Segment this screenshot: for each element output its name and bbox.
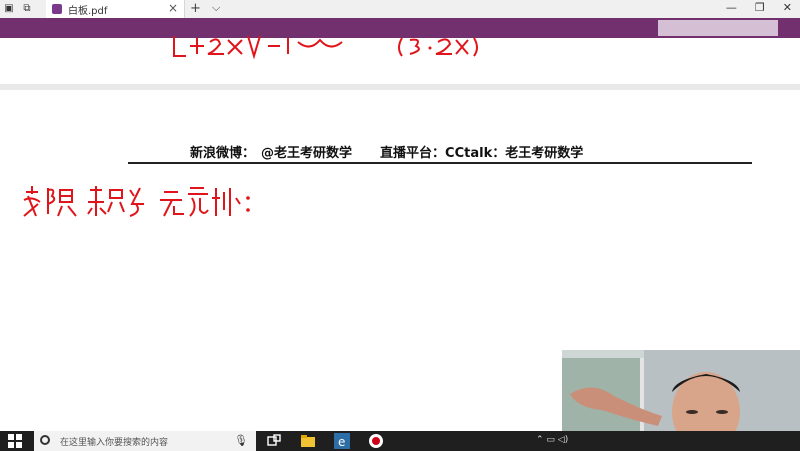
windows-start-icon[interactable] <box>8 434 22 448</box>
microphone-icon[interactable]: 🎙︎ <box>234 434 248 447</box>
search-placeholder: 在这里输入你要搜索的内容 <box>60 438 169 448</box>
page-separator <box>0 84 800 90</box>
set-aside-tabs-icon[interactable]: ⧉ <box>20 2 34 16</box>
taskbar-search-input[interactable]: 在这里输入你要搜索的内容 🎙︎ <box>34 431 256 451</box>
watermark-logo <box>658 20 778 36</box>
tab-title: 白板.pdf <box>68 6 108 17</box>
handwritten-formula-top <box>173 35 478 60</box>
platform-name: CCtalk： <box>445 146 506 161</box>
tab-list-chevron-icon[interactable]: ⌵ <box>212 1 220 15</box>
header-rule <box>128 162 752 164</box>
close-window-button[interactable]: ✕ <box>783 1 792 14</box>
recorder-icon[interactable] <box>368 433 384 449</box>
new-tab-button[interactable]: + <box>190 1 201 16</box>
cortana-ring-icon <box>40 435 50 445</box>
weibo-label: 新浪微博： <box>190 146 256 161</box>
system-tray[interactable]: ⌃ ▭ ◁) <box>536 435 568 445</box>
windows-taskbar: 在这里输入你要搜索的内容 🎙︎ e ⌃ ▭ ◁) <box>0 431 800 451</box>
restore-button[interactable]: ❐ <box>755 1 765 14</box>
weibo-handle: @老王考研数学 <box>261 146 353 161</box>
pdf-favicon-icon <box>52 4 62 14</box>
page-header: 新浪微博： @老王考研数学 直播平台：CCtalk：老王考研数学 <box>190 142 589 161</box>
task-view-icon[interactable] <box>266 433 282 449</box>
tab-actions: ▣ ⧉ <box>2 2 34 16</box>
window-controls: — ❐ ✕ <box>726 1 792 14</box>
tab-close-icon[interactable]: × <box>168 1 178 15</box>
handwritten-note <box>23 186 250 217</box>
svg-text:e: e <box>338 435 345 449</box>
platform-handle: 老王考研数学 <box>505 146 584 161</box>
platform-label: 直播平台： <box>380 146 446 161</box>
browser-tab-strip: ▣ ⧉ 白板.pdf × + ⌵ — ❐ ✕ <box>0 0 800 18</box>
minimize-button[interactable]: — <box>726 1 737 14</box>
tab-preview-icon[interactable]: ▣ <box>2 2 16 16</box>
tab-whiteboard-pdf[interactable]: 白板.pdf × <box>46 0 185 18</box>
edge-browser-icon[interactable]: e <box>334 433 350 449</box>
file-explorer-icon[interactable] <box>300 433 316 449</box>
